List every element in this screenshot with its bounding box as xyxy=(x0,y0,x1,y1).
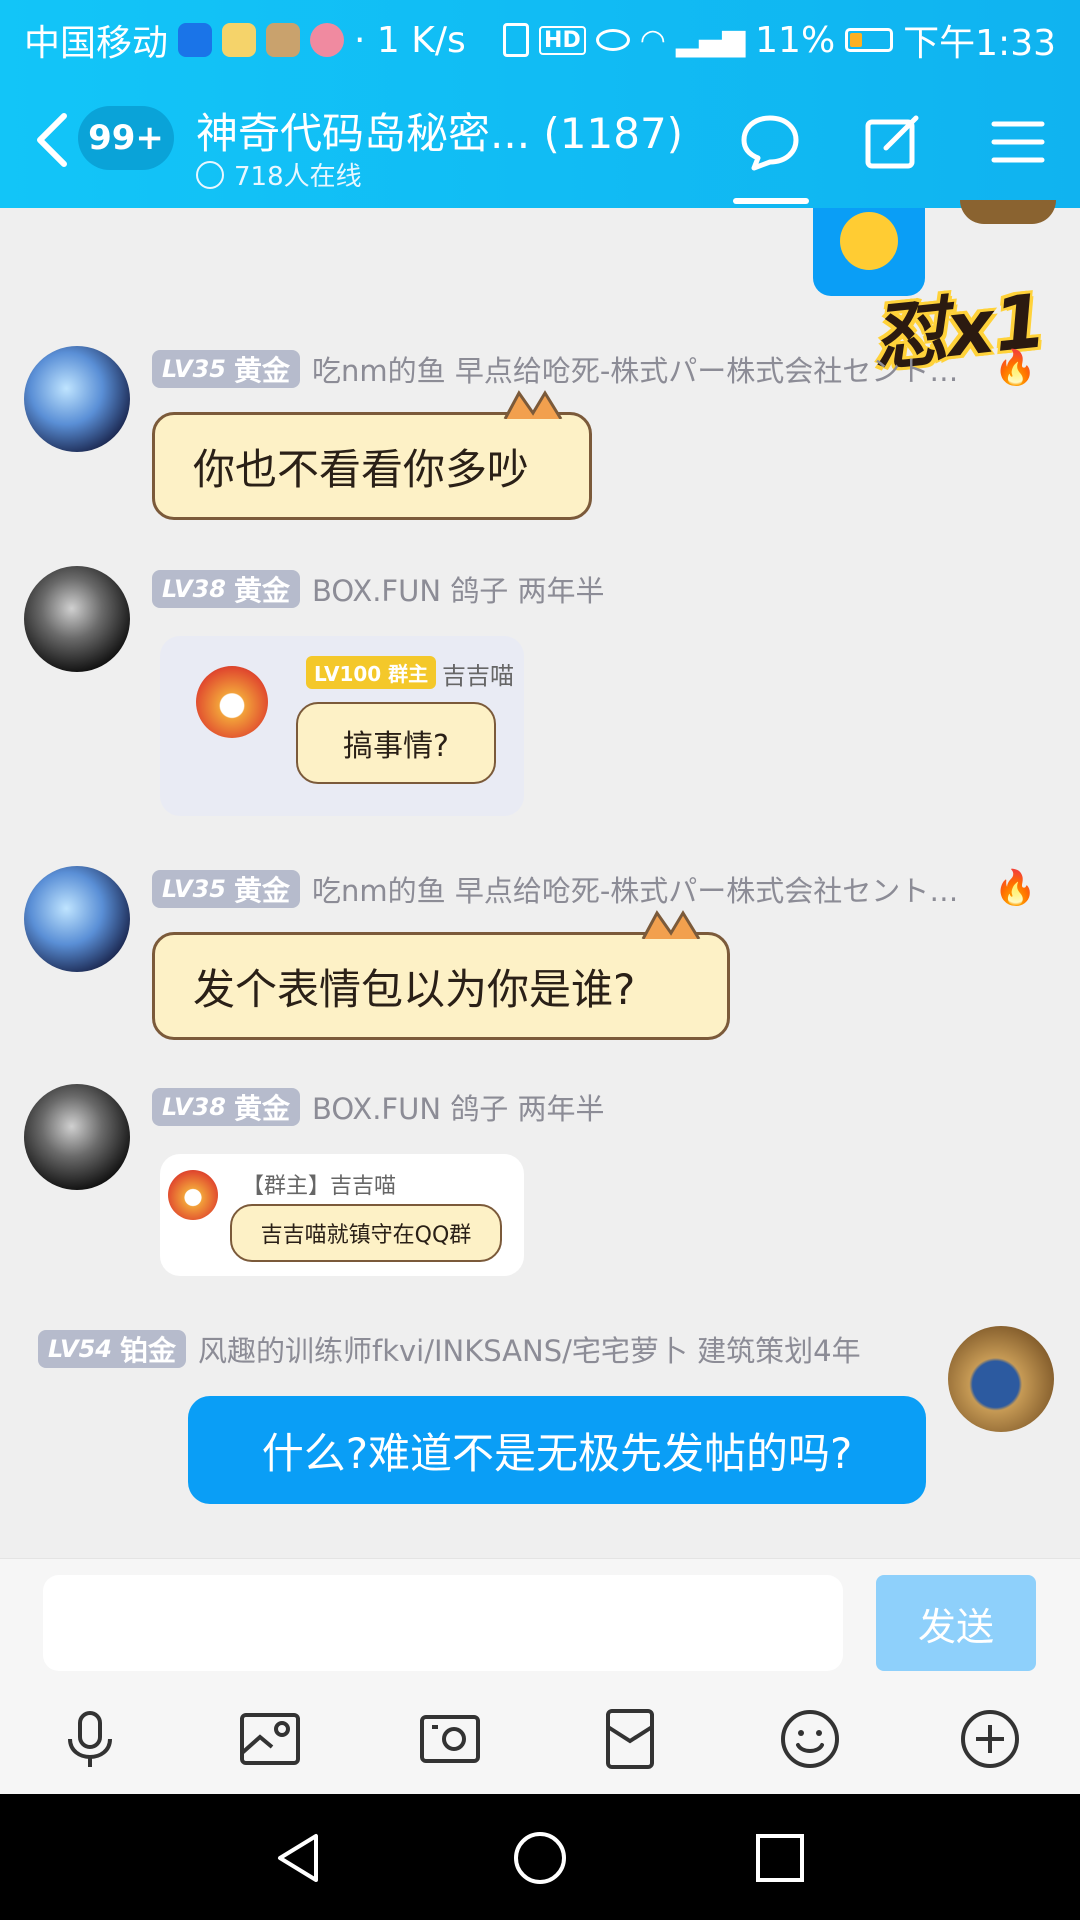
sender-meta: LV35黄金 吃nm的鱼 早点给呛死-株式パー株式会社セント会社全精通-1998… xyxy=(152,348,962,390)
system-navigation-bar xyxy=(0,1794,1080,1920)
mini-sender-name: 【群主】吉吉喵 xyxy=(242,1174,397,1199)
input-bar: 发送 xyxy=(0,1558,1080,1795)
sticker-message[interactable]: 【群主】吉吉喵 吉吉喵就镇守在QQ群 xyxy=(160,1154,524,1276)
message-text: 发个表情包以为你是谁? xyxy=(193,964,636,1014)
mini-message-text: 吉吉喵就镇守在QQ群 xyxy=(260,1223,472,1248)
vibrate-icon xyxy=(503,23,530,57)
level-number: LV35 xyxy=(162,355,226,383)
rank-label: 黄金 xyxy=(233,1092,290,1125)
header: 中国移动 · 1 K/s HD ◠ ▂▄▆ 11% 下午1:33 99+ 神奇代… xyxy=(0,0,1080,208)
mini-bubble: 搞事情? xyxy=(296,702,496,784)
edit-icon[interactable] xyxy=(860,110,924,174)
status-left: 中国移动 · 1 K/s xyxy=(24,14,466,66)
level-number: LV38 xyxy=(162,575,226,603)
message-input[interactable] xyxy=(43,1575,843,1671)
camera-icon[interactable] xyxy=(418,1707,482,1771)
plus-icon[interactable] xyxy=(958,1707,1022,1771)
wifi-icon: ◠ xyxy=(639,22,666,58)
tiger-avatar-icon xyxy=(196,666,268,738)
sender-name[interactable]: BOX.FUN 鸽子 两年半 xyxy=(312,568,604,610)
group-title[interactable]: 神奇代码岛秘密... (1187) xyxy=(196,100,683,161)
sender-name[interactable]: BOX.FUN 鸽子 两年半 xyxy=(312,1086,604,1128)
message-bubble[interactable]: 发个表情包以为你是谁? xyxy=(152,910,730,1040)
app-notification-icon xyxy=(178,23,213,57)
fire-icon: 🔥 xyxy=(994,868,1037,908)
rank-label: 铂金 xyxy=(119,1334,176,1367)
cat-ears-icon xyxy=(641,910,701,939)
sender-name[interactable]: 吃nm的鱼 早点给呛死-株式パー株式会社セント会社全精通-1998年... xyxy=(312,348,962,390)
avatar[interactable] xyxy=(24,1084,130,1190)
level-badge: LV35 黄金 xyxy=(152,350,300,388)
battery-icon xyxy=(845,28,894,52)
rank-label: 黄金 xyxy=(233,354,290,387)
image-icon[interactable] xyxy=(238,1707,302,1771)
menu-icon[interactable] xyxy=(986,110,1050,174)
tiger-avatar-icon xyxy=(168,1170,218,1220)
sticker-message[interactable]: LV100 群主 吉吉喵 搞事情? xyxy=(160,636,524,816)
avatar[interactable] xyxy=(24,866,130,972)
avatar[interactable] xyxy=(960,200,1056,224)
back-triangle-icon[interactable] xyxy=(270,1828,330,1888)
emoji-icon[interactable] xyxy=(778,1707,842,1771)
rank-label: 黄金 xyxy=(233,574,290,607)
mini-level-badge: LV100 群主 xyxy=(306,656,437,689)
mini-sender-name: 吉吉喵 xyxy=(442,662,514,690)
recents-square-icon[interactable] xyxy=(750,1828,810,1888)
level-badge: LV38 黄金 xyxy=(152,1088,300,1126)
cat-ears-icon xyxy=(503,390,563,419)
battery-percent: 11% xyxy=(755,19,836,61)
sender-meta: LV35黄金 吃nm的鱼 早点给呛死-株式パー株式会社セント会社全精通-1998… xyxy=(152,868,962,910)
signal-icon: ▂▄▆ xyxy=(675,22,746,58)
level-badge: LV38 黄金 xyxy=(152,570,300,608)
send-button[interactable]: 发送 xyxy=(876,1575,1036,1671)
online-status[interactable]: 718人在线 xyxy=(196,156,362,193)
red-packet-icon[interactable] xyxy=(598,1707,662,1771)
message-text: 你也不看看你多吵 xyxy=(193,444,530,494)
level-badge: LV54 铂金 xyxy=(38,1330,186,1368)
sender-name[interactable]: 吃nm的鱼 早点给呛死-株式パー株式会社セント会社全精通-1998年... xyxy=(312,868,962,910)
rank-label: 黄金 xyxy=(233,874,290,907)
status-right: HD ◠ ▂▄▆ 11% 下午1:33 xyxy=(503,14,1056,66)
level-number: LV54 xyxy=(48,1335,112,1363)
status-bar: 中国移动 · 1 K/s HD ◠ ▂▄▆ 11% 下午1:33 xyxy=(0,0,1080,76)
sender-name[interactable]: 风趣的训练师fkvi/INKSANS/宅宅萝卜 建筑策划4年 xyxy=(198,1328,861,1370)
avatar[interactable] xyxy=(24,346,130,452)
level-badge: LV35 黄金 xyxy=(152,870,300,908)
title-bar: 99+ 神奇代码岛秘密... (1187) 718人在线 xyxy=(0,90,1080,208)
level-number: LV35 xyxy=(162,875,226,903)
message-notification-icon xyxy=(222,23,257,57)
mini-message-text: 搞事情? xyxy=(343,729,449,764)
social-notification-icon xyxy=(310,23,345,57)
message-bubble[interactable]: 什么?难道不是无极先发帖的吗? xyxy=(188,1396,926,1504)
message-bubble[interactable]: 你也不看看你多吵 xyxy=(152,390,592,520)
thinking-emoji-icon xyxy=(840,212,898,270)
active-tab-indicator xyxy=(733,198,809,204)
network-speed: · 1 K/s xyxy=(354,19,466,61)
home-circle-icon[interactable] xyxy=(510,1828,570,1888)
clock: 下午1:33 xyxy=(903,23,1056,64)
online-check-icon xyxy=(196,160,224,189)
hd-icon: HD xyxy=(539,25,586,55)
sender-meta: LV38 黄金 BOX.FUN 鸽子 两年半 xyxy=(152,568,604,610)
back-arrow-icon[interactable] xyxy=(30,110,74,170)
unread-badge[interactable]: 99+ xyxy=(78,106,174,170)
eye-icon xyxy=(595,29,630,51)
level-number: LV38 xyxy=(162,1093,226,1121)
fire-icon: 🔥 xyxy=(994,348,1037,388)
carrier-label: 中国移动 xyxy=(24,23,169,64)
online-count: 718人在线 xyxy=(234,162,362,192)
message-text: 什么?难道不是无极先发帖的吗? xyxy=(261,1428,853,1478)
avatar[interactable] xyxy=(948,1326,1054,1432)
chat-icon[interactable] xyxy=(738,110,802,174)
sender-meta: LV54 铂金 风趣的训练师fkvi/INKSANS/宅宅萝卜 建筑策划4年 xyxy=(38,1328,861,1370)
mini-bubble: 吉吉喵就镇守在QQ群 xyxy=(230,1204,502,1262)
microphone-icon[interactable] xyxy=(58,1707,122,1771)
avatar[interactable] xyxy=(24,566,130,672)
video-notification-icon xyxy=(266,23,301,57)
sender-meta: LV38 黄金 BOX.FUN 鸽子 两年半 xyxy=(152,1086,604,1128)
